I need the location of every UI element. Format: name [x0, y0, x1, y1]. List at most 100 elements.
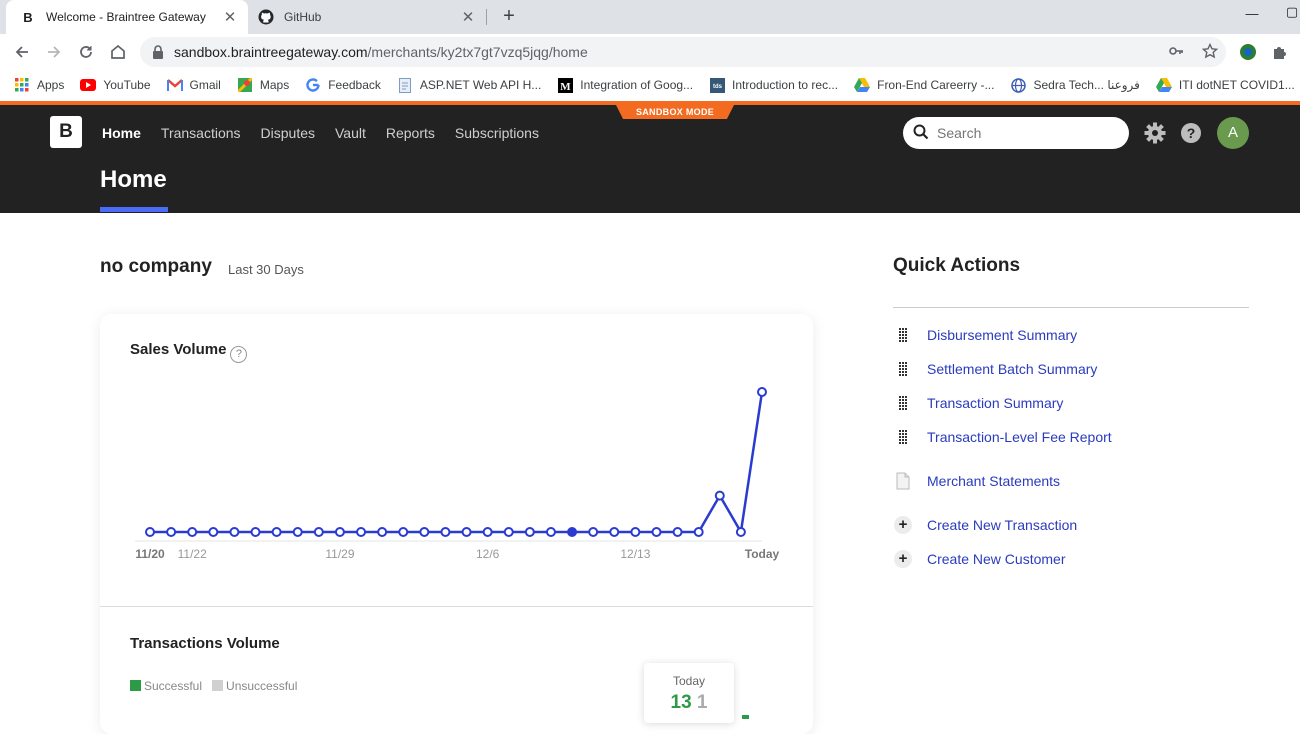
data-point-12-6[interactable] — [482, 527, 493, 537]
braintree-favicon-icon: B — [23, 9, 33, 25]
bookmark-label: ASP.NET Web API H... — [419, 78, 542, 92]
bookmark-item[interactable]: ASP.NET Web API H... — [397, 77, 541, 93]
search-input[interactable] — [937, 125, 1107, 141]
data-point-11-28[interactable] — [313, 527, 324, 537]
quick-action-transaction-summary[interactable]: Transaction Summary — [893, 393, 1063, 413]
nav-vault[interactable]: Vault — [335, 125, 366, 141]
extension-globe-icon[interactable] — [1238, 42, 1258, 62]
data-point-12-7[interactable] — [503, 527, 514, 537]
bookmark-item[interactable]: tds Introduction to rec... — [709, 77, 838, 93]
today-counts: 13 1 — [644, 692, 734, 714]
quick-action-merchant-statements[interactable]: Merchant Statements — [893, 471, 1060, 491]
plus-icon: + — [893, 549, 913, 569]
tab-github[interactable]: GitHub ✕ — [250, 0, 486, 34]
reload-icon[interactable] — [74, 40, 98, 64]
quick-action-create-new-customer[interactable]: + Create New Customer — [893, 549, 1066, 569]
data-point-12-16[interactable] — [693, 527, 704, 537]
data-point-11-20[interactable] — [145, 527, 155, 537]
legend-unsuccessful[interactable]: Unsuccessful — [212, 679, 297, 693]
bookmark-item[interactable]: Gmail — [166, 77, 221, 93]
data-point-12-11[interactable] — [588, 527, 599, 537]
quick-actions-divider — [893, 307, 1249, 308]
help-circle-icon[interactable]: ? — [230, 346, 248, 363]
bookmark-item[interactable]: Maps — [237, 77, 289, 93]
minimize-icon[interactable]: — — [1242, 6, 1262, 21]
extensions-puzzle-icon[interactable] — [1270, 42, 1290, 62]
tab-braintree[interactable]: B Welcome - Braintree Gateway ✕ — [6, 0, 248, 34]
home-icon[interactable] — [106, 40, 130, 64]
star-icon[interactable] — [1201, 42, 1219, 62]
youtube-icon — [80, 77, 97, 93]
maximize-icon[interactable]: ▢ — [1282, 4, 1300, 20]
quick-action-label: Settlement Batch Summary — [927, 361, 1098, 377]
bookmark-item[interactable]: YouTube — [80, 77, 151, 93]
back-arrow-icon[interactable] — [10, 40, 34, 64]
settings-gear-icon[interactable] — [1143, 121, 1167, 145]
data-point-11-27[interactable] — [292, 527, 303, 537]
data-point-11-24[interactable] — [229, 527, 240, 537]
lock-icon[interactable] — [150, 45, 166, 59]
bookmark-item[interactable]: ITI dotNET COVID1... — [1155, 77, 1295, 93]
bookmark-label: ITI dotNET COVID1... — [1178, 78, 1295, 92]
data-point-12-15[interactable] — [672, 527, 683, 537]
data-point-Today[interactable] — [757, 387, 767, 397]
new-tab-icon[interactable]: + — [498, 5, 520, 27]
nav-disputes[interactable]: Disputes — [261, 125, 315, 141]
quick-action-disbursement-summary[interactable]: Disbursement Summary — [893, 325, 1077, 345]
data-point-12-14[interactable] — [651, 527, 662, 537]
data-point-11-29[interactable] — [334, 527, 345, 537]
close-icon[interactable]: ✕ — [222, 8, 238, 26]
nav-reports[interactable]: Reports — [386, 125, 435, 141]
address-bar[interactable]: sandbox.braintreegateway.com/merchants/k… — [140, 37, 1226, 67]
bookmark-item[interactable]: Sedra Tech... فروعنا — [1010, 77, 1140, 93]
globe-icon — [1010, 77, 1026, 93]
quick-action-label: Create New Customer — [927, 551, 1066, 567]
close-icon[interactable]: ✕ — [460, 8, 476, 26]
quick-action-transaction-level-fee-report[interactable]: Transaction-Level Fee Report — [893, 427, 1112, 447]
data-point-12-3[interactable] — [419, 527, 430, 537]
data-point-12-4[interactable] — [440, 527, 451, 537]
data-point-12-2[interactable] — [398, 527, 409, 537]
forward-arrow-icon[interactable] — [42, 40, 66, 64]
today-successful-count: 13 — [670, 692, 692, 713]
data-point-12-8[interactable] — [524, 527, 535, 537]
chart-legend: Successful Unsuccessful — [130, 679, 297, 693]
avatar[interactable]: A — [1217, 117, 1249, 149]
apps-icon — [14, 77, 30, 93]
data-point-12-17[interactable] — [714, 490, 725, 501]
braintree-logo[interactable]: B — [50, 116, 82, 148]
nav-home[interactable]: Home — [102, 125, 141, 141]
data-point-12-12[interactable] — [609, 527, 620, 537]
data-point-12-13[interactable] — [630, 527, 641, 537]
data-point-11-30[interactable] — [356, 527, 367, 537]
plus-icon: + — [893, 515, 913, 535]
data-point-12-10[interactable] — [567, 527, 578, 537]
data-point-11-22[interactable] — [187, 527, 198, 537]
url-path: /merchants/ky2tx7gt7vzq5jqg/home — [367, 44, 588, 60]
bookmark-item[interactable]: Apps — [14, 77, 64, 93]
today-unsuccessful-count: 1 — [696, 692, 708, 713]
data-point-12-5[interactable] — [461, 527, 472, 537]
legend-successful[interactable]: Successful — [130, 679, 202, 693]
key-icon[interactable] — [1168, 43, 1184, 62]
nav-subscriptions[interactable]: Subscriptions — [455, 125, 539, 141]
data-point-11-26[interactable] — [271, 527, 282, 537]
nav-transactions[interactable]: Transactions — [161, 125, 241, 141]
bookmark-label: Integration of Goog... — [580, 78, 694, 92]
x-tick-label: 11/29 — [325, 547, 354, 561]
quick-action-create-new-transaction[interactable]: + Create New Transaction — [893, 515, 1077, 535]
data-point-12-18[interactable] — [735, 527, 746, 537]
tab-title: Welcome - Braintree Gateway — [46, 10, 206, 24]
data-point-11-21[interactable] — [166, 527, 177, 537]
quick-action-label: Create New Transaction — [927, 517, 1078, 533]
quick-action-settlement-batch-summary[interactable]: Settlement Batch Summary — [893, 359, 1097, 379]
bookmark-item[interactable]: Fron-End Careerry -... — [854, 77, 994, 93]
data-point-11-25[interactable] — [250, 527, 261, 537]
help-icon[interactable]: ? — [1179, 121, 1203, 145]
bookmark-item[interactable]: Feedback — [305, 77, 381, 93]
data-point-12-1[interactable] — [377, 527, 388, 537]
data-point-12-9[interactable] — [545, 527, 556, 537]
bookmark-label: Apps — [37, 78, 65, 92]
data-point-11-23[interactable] — [208, 527, 219, 537]
bookmark-item[interactable]: M Integration of Goog... — [557, 77, 693, 93]
